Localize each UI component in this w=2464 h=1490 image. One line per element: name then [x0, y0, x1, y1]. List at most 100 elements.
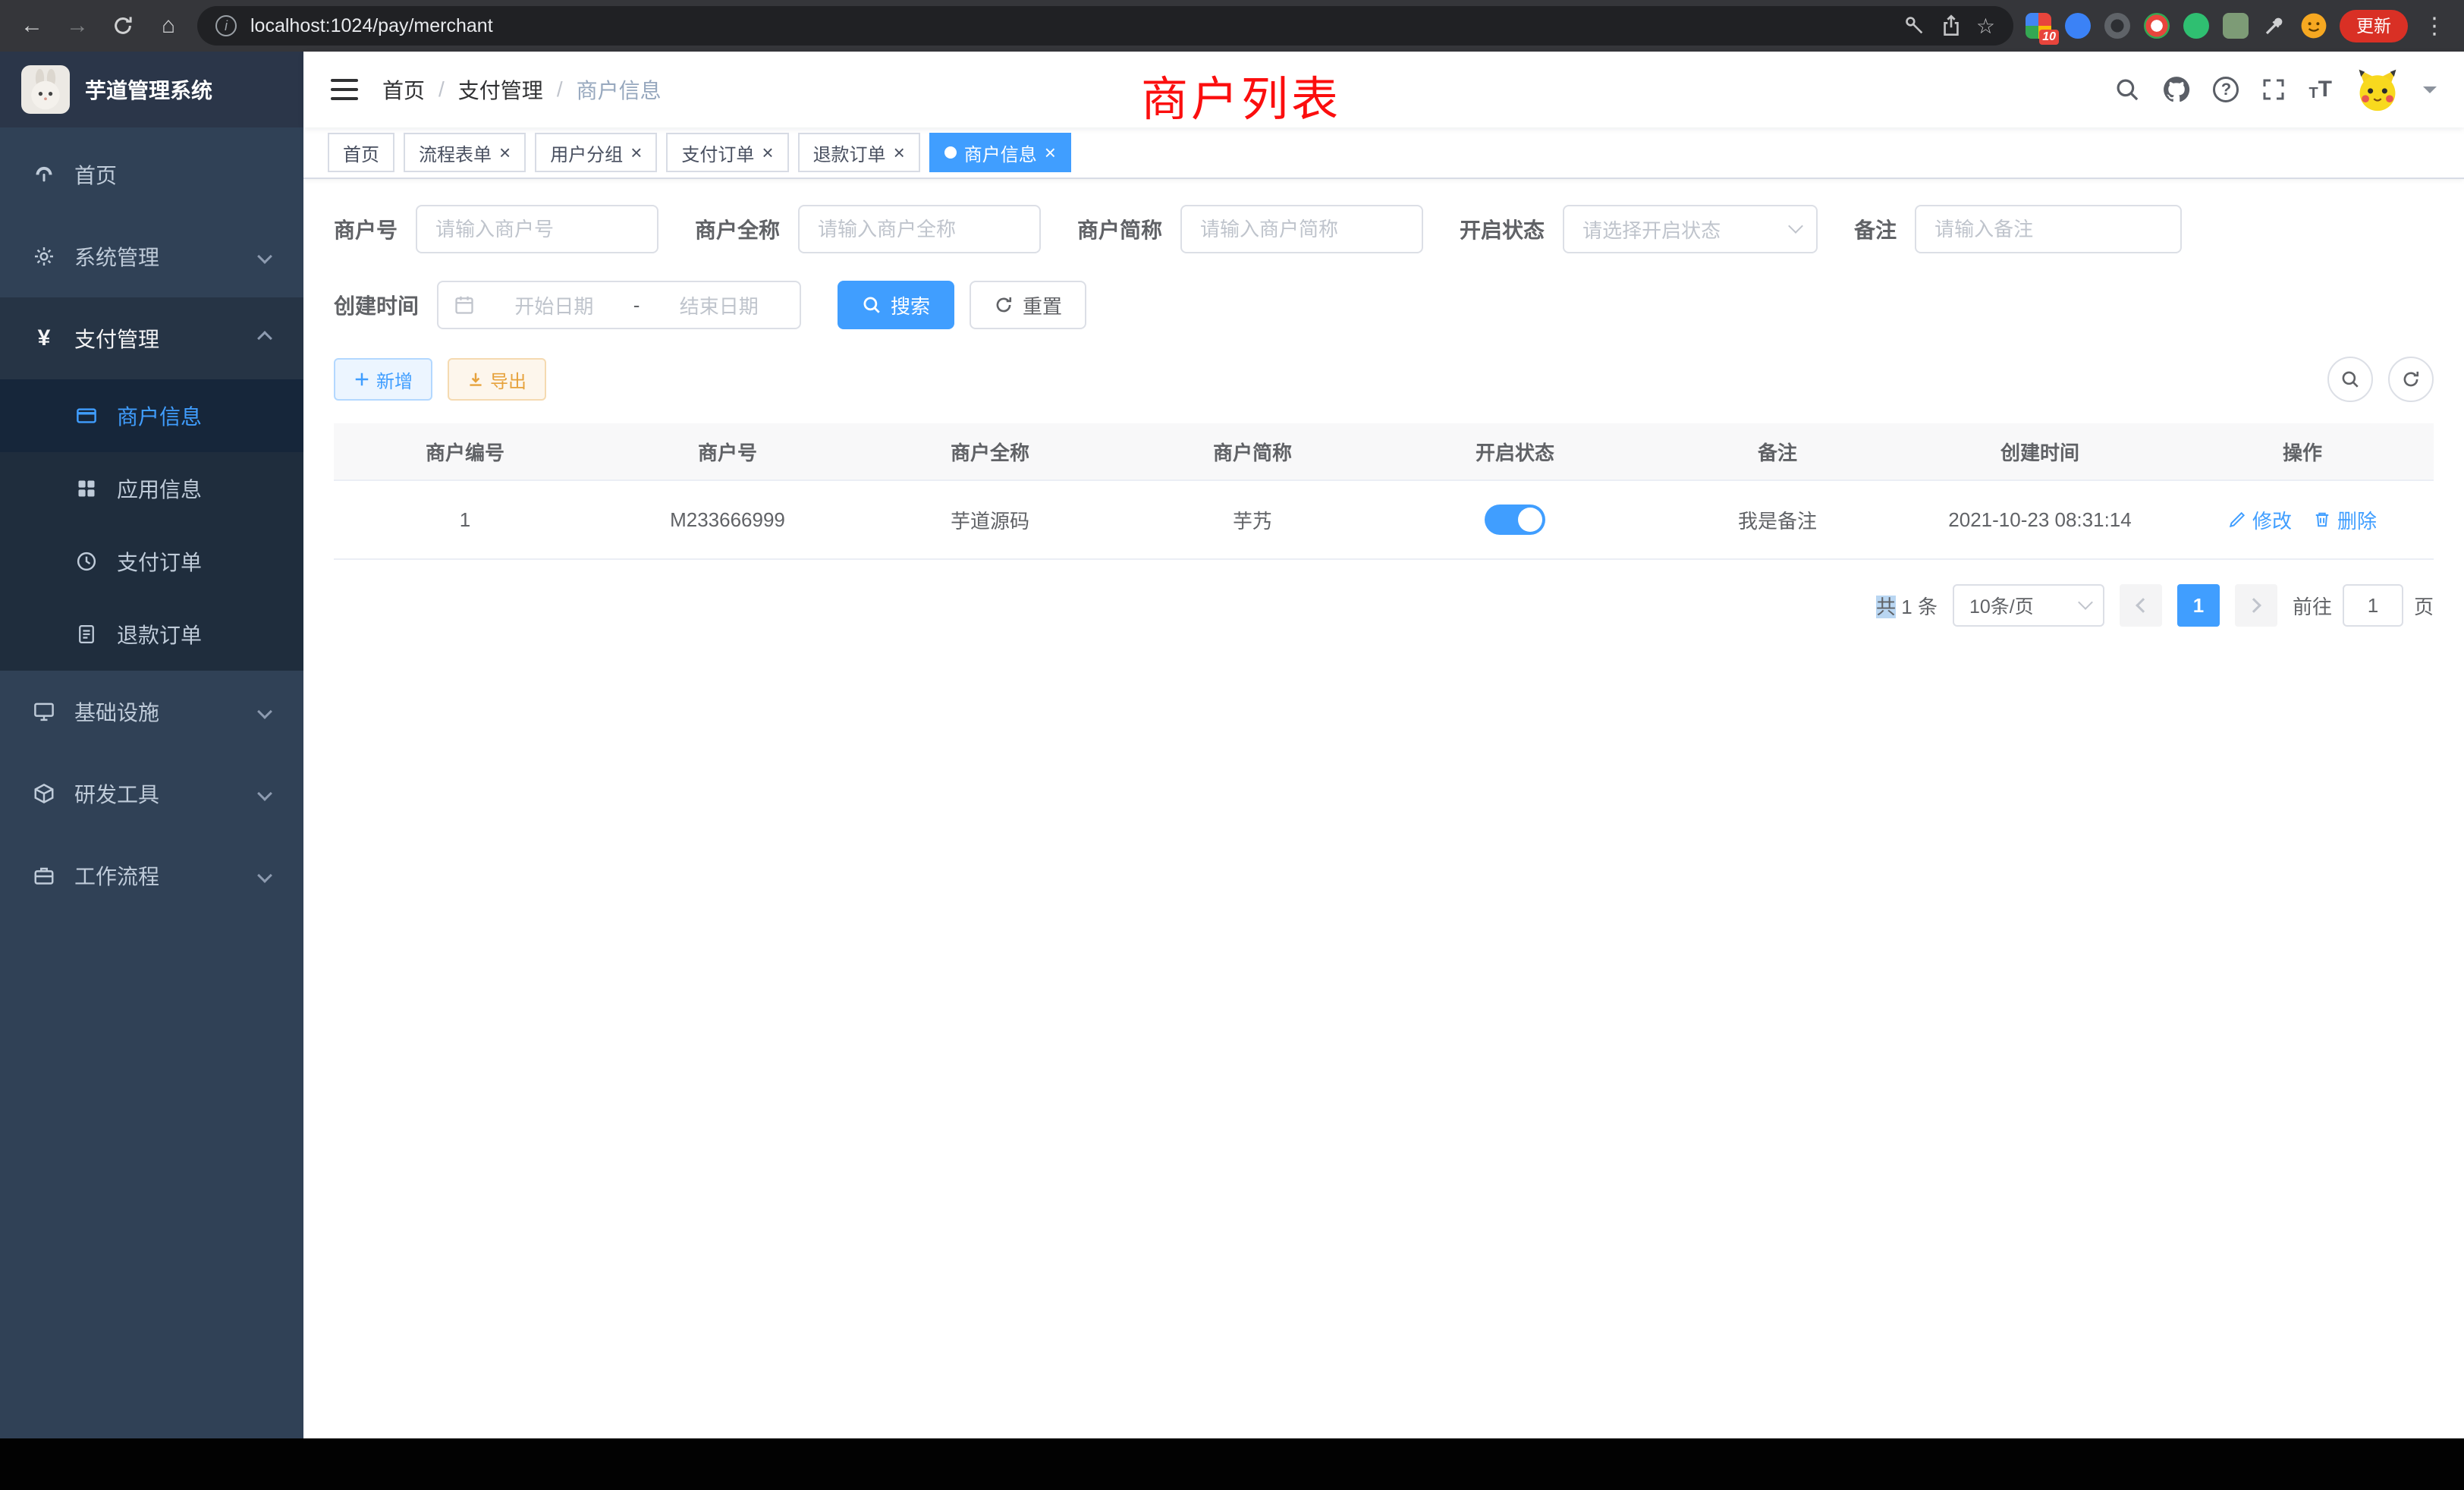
github-icon[interactable] [2163, 76, 2190, 103]
back-icon[interactable]: ← [15, 13, 49, 39]
merchant-table: 商户编号 商户号 商户全称 商户简称 开启状态 备注 创建时间 操作 1 M23… [334, 423, 2434, 560]
sidebar-item-label: 基础设施 [74, 696, 159, 727]
sidebar-item-home[interactable]: 首页 [0, 134, 303, 215]
total-suffix: 条 [1918, 596, 1938, 618]
tab-process-form[interactable]: 流程表单× [404, 133, 526, 172]
home-icon[interactable]: ⌂ [152, 13, 185, 39]
export-button[interactable]: 导出 [448, 358, 546, 401]
sidebar-item-system[interactable]: 系统管理 [0, 215, 303, 297]
chevron-down-icon [257, 868, 272, 883]
chevron-up-icon [257, 331, 272, 346]
jump-page-input[interactable] [2343, 584, 2403, 627]
delete-link-label: 删除 [2337, 506, 2377, 534]
user-avatar[interactable] [2355, 67, 2400, 112]
tab-pay-order[interactable]: 支付订单× [666, 133, 788, 172]
tab-home[interactable]: 首页 [328, 133, 394, 172]
tab-refund-order[interactable]: 退款订单 × [798, 133, 920, 172]
page-size-select[interactable]: 10条/页 [1953, 584, 2104, 627]
tab-close-icon[interactable]: × [499, 143, 511, 162]
tab-merchant-info[interactable]: 商户信息× [929, 133, 1071, 172]
tab-close-icon[interactable]: × [1045, 143, 1056, 162]
column-header: 操作 [2171, 438, 2434, 466]
extension-icon-2[interactable] [2065, 13, 2091, 39]
date-range-picker[interactable]: 开始日期 - 结束日期 [437, 281, 801, 329]
tab-close-icon[interactable]: × [762, 143, 773, 162]
reload-icon[interactable] [106, 14, 140, 37]
delete-link[interactable]: 删除 [2313, 506, 2377, 534]
breadcrumb: 首页 / 支付管理 / 商户信息 [382, 74, 662, 105]
logo-bar[interactable]: 芋道管理系统 [0, 52, 303, 127]
add-button-label: 新增 [376, 366, 413, 393]
tab-close-icon[interactable]: × [894, 143, 905, 162]
prev-page-button[interactable] [2120, 584, 2162, 627]
remark-input[interactable] [1915, 205, 2182, 253]
sidebar-item-dev-tools[interactable]: 研发工具 [0, 753, 303, 835]
cell-full-name: 芋道源码 [859, 506, 1121, 534]
browser-menu-icon[interactable]: ⋮ [2420, 13, 2449, 39]
clock-icon [73, 550, 100, 573]
export-button-label: 导出 [490, 366, 526, 393]
forward-icon[interactable]: → [61, 13, 94, 39]
sidebar: 芋道管理系统 首页 系统管理 ¥ [0, 52, 303, 1438]
chevron-down-icon [2078, 595, 2093, 610]
extension-icon-3[interactable] [2104, 13, 2130, 39]
search-icon[interactable] [2114, 77, 2140, 102]
caret-down-icon[interactable] [2423, 86, 2437, 100]
select-placeholder: 请选择开启状态 [1582, 215, 1790, 244]
field-label: 商户全称 [695, 214, 780, 244]
full-name-input[interactable] [798, 205, 1041, 253]
chevron-down-icon [257, 249, 272, 264]
chrome-update-button[interactable]: 更新 [2340, 10, 2408, 42]
extension-icon-6[interactable] [2223, 13, 2249, 39]
sidebar-item-workflow[interactable]: 工作流程 [0, 835, 303, 916]
edit-link[interactable]: 修改 [2228, 506, 2292, 534]
sidebar-item-payment[interactable]: ¥ 支付管理 [0, 297, 303, 379]
bookmark-star-icon[interactable]: ☆ [1976, 14, 1995, 39]
cell-remark: 我是备注 [1646, 506, 1909, 534]
sidebar-item-refund-order[interactable]: 退款订单 [0, 598, 303, 671]
fullscreen-icon[interactable] [2261, 77, 2286, 102]
font-size-icon[interactable]: TT [2308, 78, 2332, 101]
status-toggle[interactable] [1485, 505, 1545, 535]
address-bar[interactable]: i localhost:1024/pay/merchant ☆ [197, 6, 2013, 46]
status-select[interactable]: 请选择开启状态 [1563, 205, 1818, 253]
sidebar-item-label: 支付订单 [117, 546, 202, 577]
breadcrumb-home[interactable]: 首页 [382, 74, 425, 105]
pin-icon[interactable] [2262, 14, 2286, 38]
help-icon[interactable]: ? [2213, 77, 2239, 102]
reset-button[interactable]: 重置 [970, 281, 1086, 329]
toggle-search-button[interactable] [2327, 357, 2373, 402]
extension-icon-1[interactable]: 10 [2026, 13, 2051, 39]
field-label: 备注 [1854, 214, 1897, 244]
refresh-button[interactable] [2388, 357, 2434, 402]
profile-avatar-icon[interactable] [2300, 12, 2327, 39]
sidebar-item-merchant-info[interactable]: 商户信息 [0, 379, 303, 452]
sidebar-item-label: 研发工具 [74, 778, 159, 809]
sidebar-item-pay-order[interactable]: 支付订单 [0, 525, 303, 598]
merchant-no-input[interactable] [416, 205, 658, 253]
add-button[interactable]: 新增 [334, 358, 432, 401]
extension-icon-4[interactable] [2144, 13, 2170, 39]
password-key-icon[interactable] [1903, 14, 1926, 37]
tab-user-group[interactable]: 用户分组× [535, 133, 657, 172]
sidebar-item-infra[interactable]: 基础设施 [0, 671, 303, 753]
filter-full-name: 商户全称 [695, 205, 1041, 253]
extension-icon-5[interactable] [2183, 13, 2209, 39]
pagination: 共 1 条 10条/页 1 前往 页 [334, 584, 2434, 627]
sidebar-item-app-info[interactable]: 应用信息 [0, 452, 303, 525]
site-info-icon[interactable]: i [215, 15, 237, 36]
share-icon[interactable] [1940, 14, 1963, 37]
tab-label: 退款订单 [813, 140, 886, 166]
tab-close-icon[interactable]: × [630, 143, 642, 162]
cell-short-name: 芋艿 [1121, 506, 1384, 534]
hamburger-icon[interactable] [331, 78, 358, 101]
page-number-active[interactable]: 1 [2177, 584, 2220, 627]
breadcrumb-payment[interactable]: 支付管理 [458, 74, 543, 105]
chevron-right-icon [2246, 598, 2261, 613]
column-header: 商户简称 [1121, 438, 1384, 466]
next-page-button[interactable] [2235, 584, 2277, 627]
cell-create-time: 2021-10-23 08:31:14 [1909, 508, 2171, 532]
short-name-input[interactable] [1180, 205, 1423, 253]
chevron-down-icon [257, 786, 272, 801]
search-button[interactable]: 搜索 [838, 281, 954, 329]
